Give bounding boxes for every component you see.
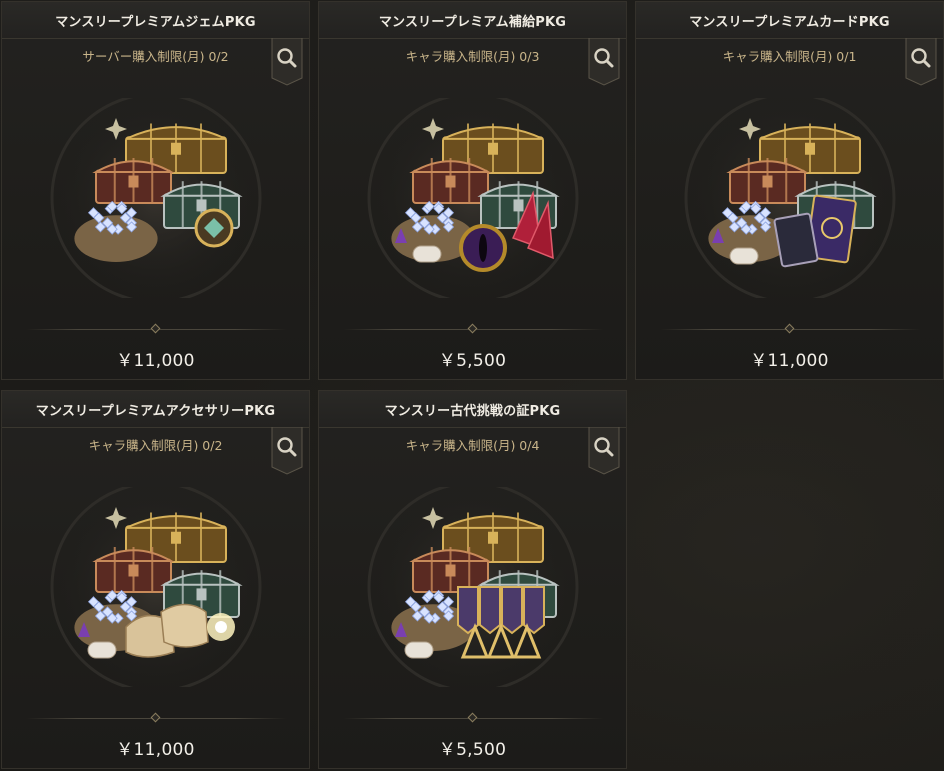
purchase-limit: サーバー購入制限(月) 0/2 xyxy=(82,49,229,64)
package-card-supply[interactable]: マンスリープレミアム補給PKG キャラ購入制限(月) 0/3 ￥5,500 xyxy=(318,1,627,380)
package-price: ￥5,500 xyxy=(438,740,507,760)
card-header: マンスリープレミアムジェムPKG xyxy=(2,2,309,39)
package-price: ￥11,000 xyxy=(116,351,195,371)
detail-search-button[interactable] xyxy=(588,38,620,86)
diamond-ornament-icon xyxy=(150,323,161,334)
detail-search-button[interactable] xyxy=(588,427,620,475)
package-image xyxy=(680,98,901,298)
detail-search-button[interactable] xyxy=(271,427,303,475)
card-header: マンスリープレミアムカードPKG xyxy=(636,2,943,39)
package-title: マンスリー古代挑戦の証PKG xyxy=(384,403,561,419)
package-price: ￥5,500 xyxy=(438,351,507,371)
card-header: マンスリープレミアム補給PKG xyxy=(319,2,626,39)
purchase-limit: キャラ購入制限(月) 0/3 xyxy=(405,49,540,64)
diamond-ornament-icon xyxy=(467,712,478,723)
package-price: ￥11,000 xyxy=(750,351,829,371)
detail-search-button[interactable] xyxy=(905,38,937,86)
package-image xyxy=(46,98,267,298)
purchase-limit: キャラ購入制限(月) 0/4 xyxy=(405,438,540,453)
purchase-limit: キャラ購入制限(月) 0/2 xyxy=(88,438,223,453)
detail-search-button[interactable] xyxy=(271,38,303,86)
package-card-ancient[interactable]: マンスリー古代挑戦の証PKG キャラ購入制限(月) 0/4 ￥5,500 xyxy=(318,390,627,769)
diamond-ornament-icon xyxy=(467,323,478,334)
magnifier-icon xyxy=(271,38,303,86)
package-title: マンスリープレミアムジェムPKG xyxy=(55,14,256,30)
package-card-accessory[interactable]: マンスリープレミアムアクセサリーPKG キャラ購入制限(月) 0/2 ￥11,0… xyxy=(1,390,310,769)
package-title: マンスリープレミアム補給PKG xyxy=(378,14,567,30)
package-card-gem[interactable]: マンスリープレミアムジェムPKG サーバー購入制限(月) 0/2 ￥11,000 xyxy=(1,1,310,380)
diamond-ornament-icon xyxy=(784,323,795,334)
purchase-limit: キャラ購入制限(月) 0/1 xyxy=(722,49,857,64)
magnifier-icon xyxy=(271,427,303,475)
package-grid: マンスリープレミアムジェムPKG サーバー購入制限(月) 0/2 ￥11,000… xyxy=(0,0,944,771)
badge-emblem xyxy=(501,586,523,635)
package-image xyxy=(363,487,584,687)
package-price: ￥11,000 xyxy=(116,740,195,760)
package-card-card[interactable]: マンスリープレミアムカードPKG キャラ購入制限(月) 0/1 ￥11,000 xyxy=(635,1,944,380)
card-header: マンスリー古代挑戦の証PKG xyxy=(319,391,626,428)
package-title: マンスリープレミアムアクセサリーPKG xyxy=(35,403,276,419)
badge-emblem xyxy=(479,586,501,635)
diamond-ornament-icon xyxy=(150,712,161,723)
package-title: マンスリープレミアムカードPKG xyxy=(689,14,890,30)
magnifier-icon xyxy=(905,38,937,86)
package-image xyxy=(363,98,584,298)
card-header: マンスリープレミアムアクセサリーPKG xyxy=(2,391,309,428)
magnifier-icon xyxy=(588,427,620,475)
magnifier-icon xyxy=(588,38,620,86)
package-image xyxy=(46,487,267,687)
